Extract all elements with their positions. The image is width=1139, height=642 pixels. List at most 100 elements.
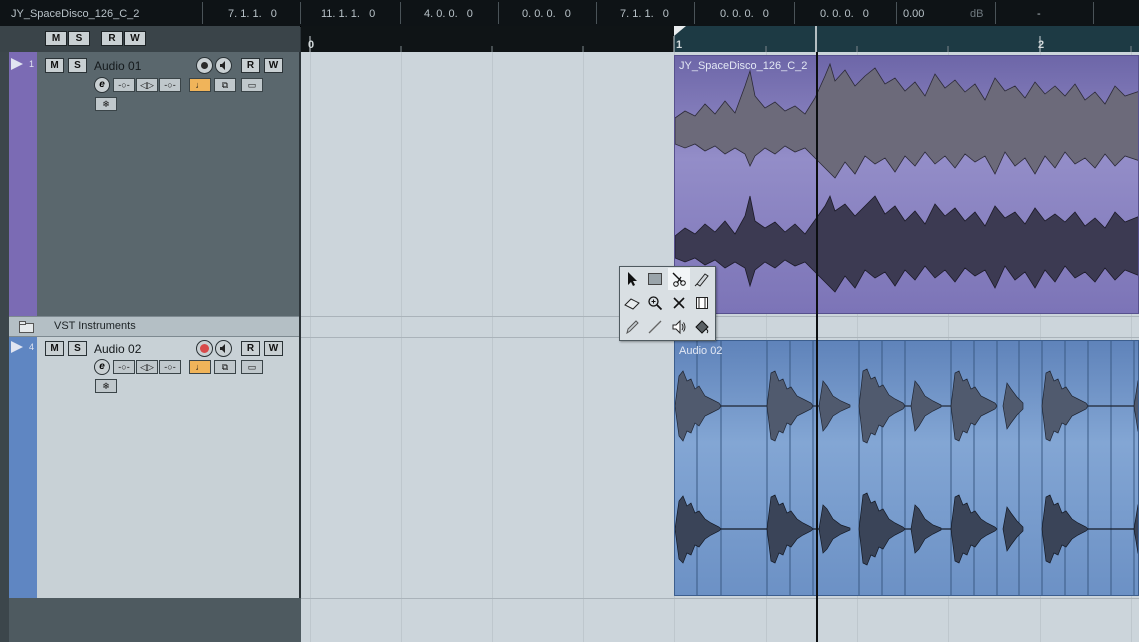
mute-button[interactable]: M [45,341,64,356]
range-select-icon [648,273,662,285]
read-automation-button[interactable]: R [241,58,260,73]
project-cursor[interactable] [816,52,818,642]
write-automation-button[interactable]: W [264,58,283,73]
folder-icon[interactable] [19,321,35,333]
folder-name[interactable]: VST Instruments [54,320,136,332]
range-selection-tool[interactable] [644,268,666,290]
expand-track-icon[interactable] [11,341,23,353]
pencil-icon [626,320,639,335]
track-audio-02[interactable]: 4 M S Audio 02 R W e -○- ◁▷ -○- ♩ ⧉ ▭ ❄ [9,337,299,598]
lock-timebase-button[interactable]: ♩ [189,78,211,92]
event-title: JY_SpaceDisco_126_C_2 [679,60,808,72]
edit-channel-button[interactable]: e [94,359,110,375]
waveform-image [675,62,1138,293]
event-display[interactable]: JY_SpaceDisco_126_C_2 Audio 02 [301,52,1139,642]
channel-config-button[interactable]: ▭ [241,360,263,374]
magnifier-icon [648,296,663,311]
info-fade-in-field[interactable]: 0. 0. 0. 0 [720,0,769,26]
track-list-empty-area[interactable] [9,598,301,642]
track-name[interactable]: Audio 02 [94,342,141,356]
erase-tool[interactable] [621,292,643,314]
send-bypass-icon[interactable]: -○- [159,78,181,92]
play-tool[interactable] [668,316,690,338]
line-tool[interactable] [644,316,666,338]
time-warp-icon [696,297,708,309]
lanes-button[interactable]: ⧉ [214,78,236,92]
edit-channel-button[interactable]: e [94,77,110,93]
info-length-field[interactable]: 4. 0. 0. 0 [424,0,473,26]
inspector-collapsed-strip [0,52,9,642]
ruler[interactable]: 0 1 2 [301,26,1139,52]
split-tool[interactable] [668,268,690,290]
info-line: JY_SpaceDisco_126_C_2 7. 1. 1. 0 11. 1. … [0,0,1139,27]
time-warp-tool[interactable] [691,292,713,314]
insert-bypass-icon[interactable]: -○- [113,78,135,92]
freeze-button[interactable]: ❄ [95,379,117,393]
x-mute-icon [673,297,685,309]
object-selection-tool[interactable] [621,268,643,290]
insert-bypass-icon[interactable]: -○- [113,360,135,374]
eraser-icon [624,298,640,310]
line-icon [648,320,662,334]
solo-button[interactable]: S [68,341,87,356]
track-number: 1 [29,59,35,69]
monitor-button[interactable] [215,57,232,74]
glue-tool[interactable] [691,268,713,290]
track-name[interactable]: Audio 01 [94,59,141,73]
track-color-strip [9,52,37,316]
track-color-strip [9,337,37,598]
track-audio-01[interactable]: 1 M S Audio 01 R W e -○- ◁▷ -○- ♩ ⧉ ▭ ❄ [9,52,299,316]
waveform-image [675,341,1138,595]
speaker-icon [220,344,225,353]
freeze-button[interactable]: ❄ [95,97,117,111]
speaker-icon [672,319,686,335]
info-transpose-field[interactable]: - [1037,0,1041,26]
info-offset-field[interactable]: 0. 0. 0. 0 [522,0,571,26]
info-event-name[interactable]: JY_SpaceDisco_126_C_2 [11,0,139,26]
ruler-marker-1: 1 [676,39,683,51]
read-automation-button[interactable]: R [241,341,260,356]
record-enable-button[interactable] [196,57,213,74]
info-end-field[interactable]: 11. 1. 1. 0 [321,0,375,26]
global-solo-button[interactable]: S [68,31,90,46]
expand-track-icon[interactable] [11,58,23,70]
folder-track-vst-instruments[interactable]: VST Instruments [9,316,299,337]
arrow-pointer-icon [628,272,637,286]
mute-button[interactable]: M [45,58,64,73]
global-mute-button[interactable]: M [45,31,67,46]
solo-button[interactable]: S [68,58,87,73]
ruler-ticks [309,26,1139,52]
scissors-icon [672,272,686,287]
write-automation-button[interactable]: W [264,341,283,356]
track-number: 4 [29,342,35,352]
eq-bypass-icon[interactable]: ◁▷ [136,78,158,92]
record-enable-button[interactable] [196,340,213,357]
ruler-marker-0: 0 [308,39,315,51]
speaker-icon [220,61,225,70]
draw-tool[interactable] [621,316,643,338]
eq-bypass-icon[interactable]: ◁▷ [136,360,158,374]
zoom-tool[interactable] [644,292,666,314]
global-write-button[interactable]: W [124,31,146,46]
lock-timebase-button[interactable]: ♩ [189,360,211,374]
monitor-button[interactable] [215,340,232,357]
event-title: Audio 02 [679,345,723,357]
color-tool[interactable] [691,316,713,338]
audio-event[interactable]: Audio 02 [674,340,1139,596]
info-volume-unit: dB [970,8,984,20]
toolbox-popup [619,266,716,341]
info-volume-field[interactable]: 0.00 [903,0,924,26]
lanes-button[interactable]: ⧉ [214,360,236,374]
global-read-button[interactable]: R [101,31,123,46]
ruler-marker-2: 2 [1038,39,1045,51]
mute-tool[interactable] [668,292,690,314]
channel-config-button[interactable]: ▭ [241,78,263,92]
glue-icon [694,273,709,287]
track-list-header: M S R W [0,26,300,52]
info-fade-out-field[interactable]: 0. 0. 0. 0 [820,0,869,26]
audio-event[interactable]: JY_SpaceDisco_126_C_2 [674,55,1139,314]
info-snap-field[interactable]: 7. 1. 1. 0 [620,0,669,26]
info-start-field[interactable]: 7. 1. 1. 0 [228,0,277,26]
send-bypass-icon[interactable]: -○- [159,360,181,374]
paint-bucket-icon [695,320,709,334]
